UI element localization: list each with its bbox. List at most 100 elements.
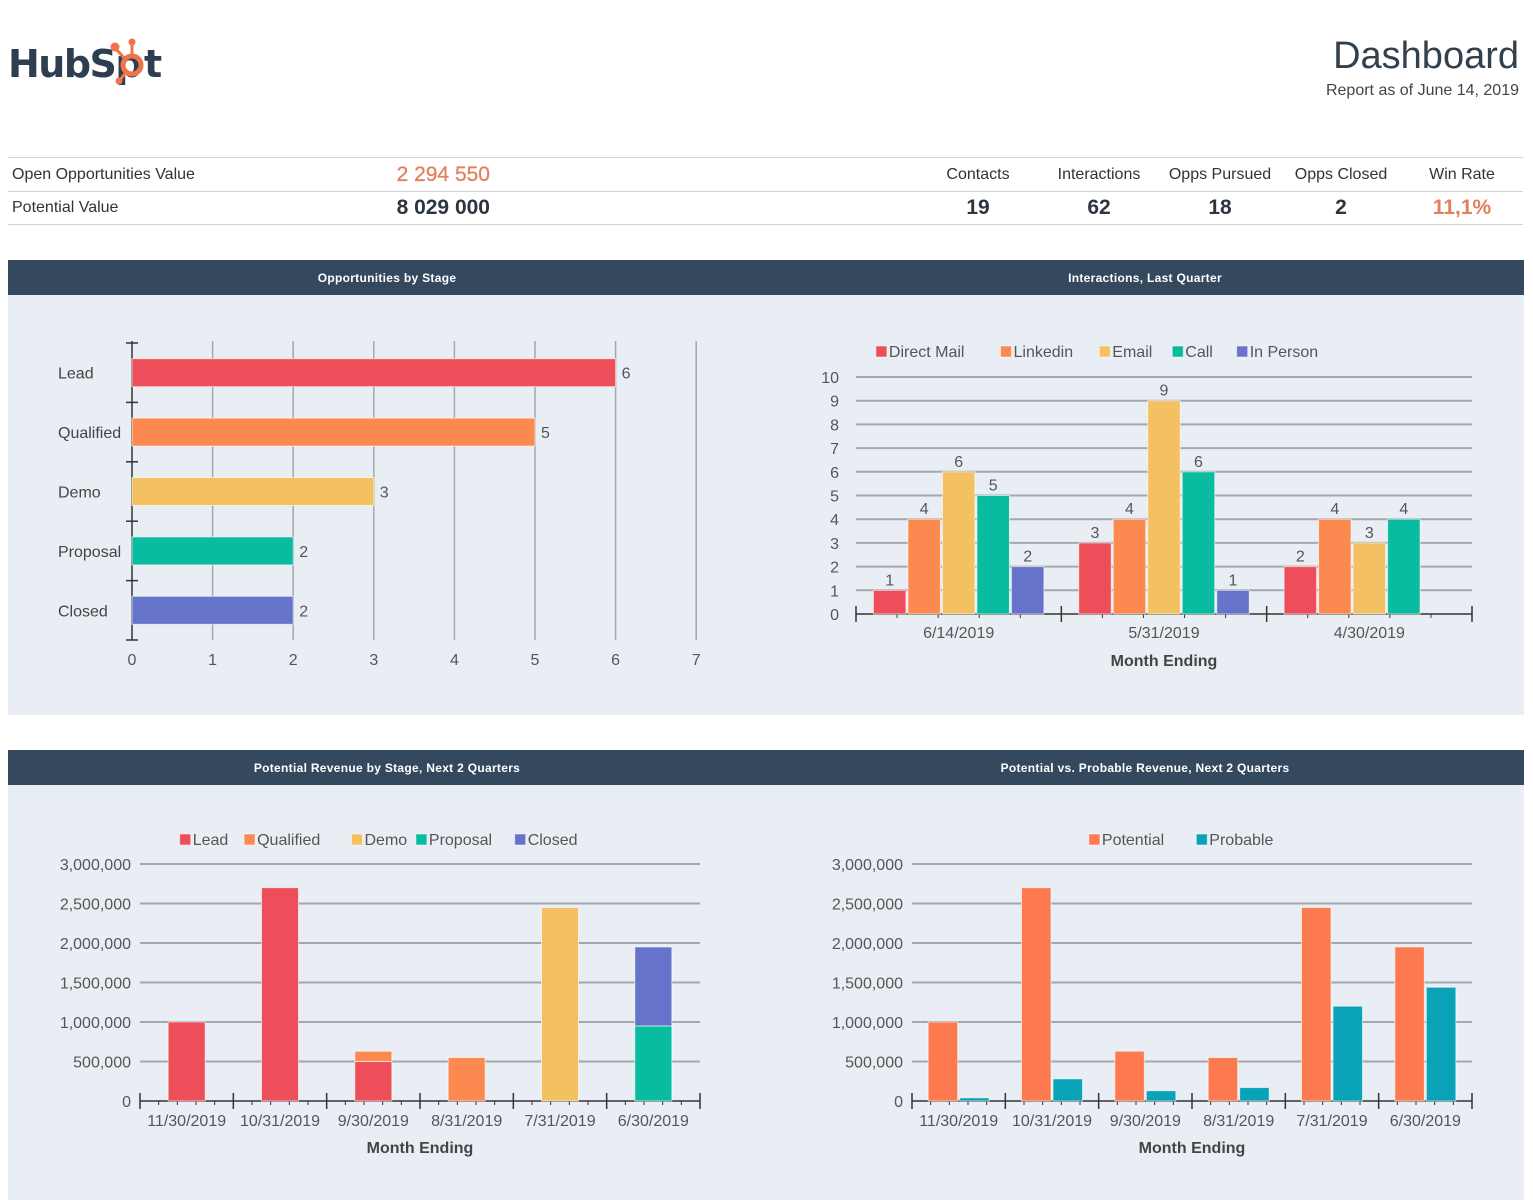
- bar-email-4-30-2019: [1352, 542, 1387, 615]
- y-tick-label: 10: [821, 370, 839, 387]
- title-block: Dashboard Report as of June 14, 2019: [1326, 34, 1519, 100]
- panel-header-revenue-by-stage: Potential Revenue by Stage, Next 2 Quart…: [8, 750, 766, 785]
- x-tick-label: 6/30/2019: [618, 1113, 689, 1130]
- x-axis-title: Month Ending: [1111, 653, 1218, 670]
- data-label: 3: [1091, 525, 1100, 542]
- legend-swatch-qualified: [243, 833, 256, 846]
- x-tick-label: 7: [692, 652, 701, 669]
- opps-pursued-value: 18: [1208, 196, 1232, 219]
- report-date: Report as of June 14, 2019: [1325, 82, 1519, 99]
- bar-lead-11-30-2019: [167, 1021, 206, 1102]
- category-label-closed: Closed: [58, 603, 108, 620]
- bar-probable-9-30-2019: [1145, 1090, 1177, 1102]
- x-tick-label: 1: [208, 652, 217, 669]
- bar-probable-7-31-2019: [1332, 1005, 1363, 1102]
- bar-qualified: [131, 417, 536, 447]
- bar-direct-mail-4-30-2019: [1283, 566, 1318, 615]
- x-tick-label: 9/30/2019: [1110, 1113, 1181, 1130]
- bar-potential-9-30-2019: [1114, 1050, 1145, 1102]
- x-tick-label: 6: [611, 652, 620, 669]
- bar-qualified-8-31-2019: [447, 1057, 486, 1102]
- y-tick-label: 2,000,000: [832, 936, 903, 953]
- data-label: 2: [1296, 549, 1305, 566]
- panel-title: Potential vs. Probable Revenue, Next 2 Q…: [1000, 760, 1290, 775]
- bar-probable-11-30-2019: [959, 1097, 990, 1102]
- data-label: 6: [622, 366, 631, 383]
- data-label: 1: [885, 572, 894, 589]
- legend-label-proposal: Proposal: [429, 832, 492, 849]
- bar-direct-mail-6-14-2019: [872, 589, 907, 615]
- bar-call-4-30-2019: [1387, 518, 1421, 615]
- y-tick-label: 1: [830, 583, 839, 600]
- x-tick-label: 7/31/2019: [1296, 1113, 1367, 1130]
- chart-opps-by-stage: 0 1 2 3 4 5 6 7 Lead 6 Qualified 5 Demo 3 Proposal 2 Clo…: [58, 341, 701, 669]
- bar-linkedin-5-31-2019: [1112, 518, 1147, 615]
- bar-probable-6-30-2019: [1425, 986, 1457, 1102]
- data-label: 2: [1023, 549, 1032, 566]
- x-axis-title: Month Ending: [1139, 1140, 1246, 1157]
- x-tick-label: 4: [450, 652, 459, 669]
- x-tick-label: 9/30/2019: [338, 1113, 409, 1130]
- legend-swatch-demo: [351, 833, 363, 846]
- chart-interactions: 0 1 2 3 4 5 6 7 8 9 10 6/14/2019 1 4 6 5 2 5/31/2019 3 4 9 6 1…: [821, 344, 1473, 670]
- y-tick-label: 1,000,000: [832, 1015, 903, 1032]
- legend-swatch-linkedin: [1000, 345, 1012, 358]
- bar-potential-10-31-2019: [1021, 887, 1052, 1102]
- kpi-row-open-opportunities: Open Opportunities Value 2 294 550 Conta…: [8, 157, 1523, 192]
- y-tick-label: 500,000: [73, 1055, 131, 1072]
- bar-direct-mail-5-31-2019: [1078, 542, 1112, 615]
- legend-label-closed: Closed: [528, 832, 578, 849]
- y-tick-label: 2,000,000: [60, 936, 131, 953]
- y-tick-label: 1,500,000: [60, 976, 131, 993]
- bar-potential-7-31-2019: [1301, 906, 1332, 1102]
- y-tick-label: 7: [830, 441, 839, 458]
- y-tick-label: 8: [830, 417, 839, 434]
- bar-in-person-6-14-2019: [1010, 566, 1045, 615]
- y-tick-label: 0: [830, 607, 839, 624]
- panel-title: Opportunities by Stage: [317, 270, 457, 285]
- legend-label-linkedin: Linkedin: [1014, 344, 1074, 361]
- x-tick-label: 11/30/2019: [919, 1113, 998, 1130]
- x-tick-label: 0: [128, 652, 137, 669]
- category-label-demo: Demo: [58, 485, 101, 502]
- bar-call-5-31-2019: [1181, 471, 1216, 615]
- legend-swatch-email: [1098, 345, 1111, 358]
- legend-label-lead: Lead: [193, 832, 229, 849]
- y-tick-label: 500,000: [845, 1055, 903, 1072]
- kpi-row-potential-value: Potential Value 8 029 000 19 62 18 2 11,…: [8, 191, 1523, 225]
- chart-potential-vs-probable: 0 500,000 1,000,000 1,500,000 2,000,000 2,500…: [832, 832, 1473, 1157]
- legend-label-probable: Probable: [1209, 832, 1273, 849]
- data-label: 5: [541, 425, 550, 442]
- data-label: 4: [1330, 501, 1339, 518]
- category-label-proposal: Proposal: [58, 544, 121, 561]
- x-tick-label: 8/31/2019: [1203, 1113, 1274, 1130]
- legend-label-in-person: In Person: [1250, 344, 1318, 361]
- x-axis-title: Month Ending: [367, 1140, 474, 1157]
- bar-call-6-14-2019: [976, 495, 1010, 615]
- y-tick-label: 9: [830, 394, 839, 411]
- legend-swatch-lead: [179, 833, 192, 846]
- panel-header-interactions: Interactions, Last Quarter: [766, 260, 1524, 295]
- y-tick-label: 6: [830, 465, 839, 482]
- legend-swatch-potential: [1088, 833, 1101, 846]
- data-label: 4: [1399, 501, 1408, 518]
- y-tick-label: 3,000,000: [60, 857, 131, 874]
- bar-closed: [131, 595, 294, 625]
- bar-demo: [131, 477, 375, 506]
- y-tick-label: 2,500,000: [832, 897, 903, 914]
- bar-potential-11-30-2019: [927, 1021, 959, 1102]
- panel-title: Interactions, Last Quarter: [1068, 270, 1222, 285]
- bar-email-6-14-2019: [941, 471, 976, 615]
- potential-value-label: Potential Value: [12, 199, 119, 216]
- bar-email-5-31-2019: [1147, 400, 1181, 615]
- y-tick-label: 3,000,000: [832, 857, 903, 874]
- x-tick-label: 3: [369, 652, 378, 669]
- bar-probable-8-31-2019: [1239, 1087, 1270, 1102]
- panel-header-opps-by-stage: Opportunities by Stage: [8, 260, 766, 295]
- y-tick-label: 5: [830, 489, 839, 506]
- category-label-lead: Lead: [58, 366, 94, 383]
- x-tick-label: 8/31/2019: [431, 1113, 502, 1130]
- logo-wordmark-right: t: [144, 42, 162, 86]
- opps-closed-value: 2: [1335, 196, 1347, 219]
- interactions-label: Interactions: [1057, 166, 1141, 183]
